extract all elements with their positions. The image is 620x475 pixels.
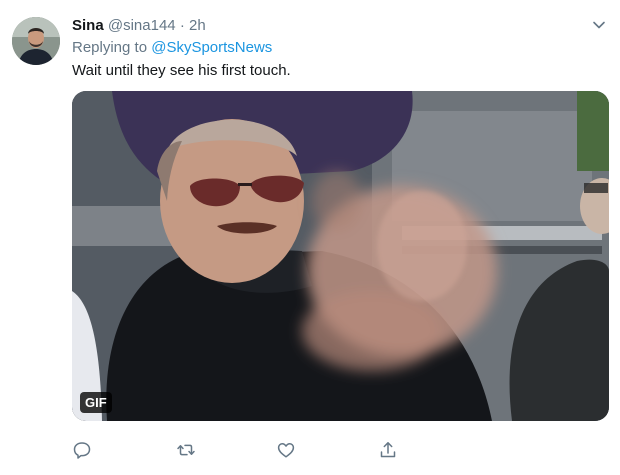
gif-frame xyxy=(72,91,609,421)
user-handle[interactable]: @sina144 xyxy=(108,17,176,34)
heart-icon[interactable] xyxy=(276,440,296,460)
separator-dot: · xyxy=(179,17,185,34)
tweet-header: Sina @sina144 · 2h xyxy=(72,16,206,36)
gif-media[interactable]: GIF xyxy=(72,91,609,421)
gif-badge: GIF xyxy=(80,392,112,413)
display-name[interactable]: Sina xyxy=(72,17,104,34)
replying-to: Replying to @SkySportsNews xyxy=(72,38,272,58)
reply-icon[interactable] xyxy=(72,440,92,460)
replying-to-label: Replying to xyxy=(72,39,148,56)
tweet: Sina @sina144 · 2h Replying to @SkySport… xyxy=(0,0,620,475)
tweet-actions xyxy=(72,440,472,460)
retweet-icon[interactable] xyxy=(176,440,196,460)
avatar[interactable] xyxy=(12,17,60,65)
share-icon[interactable] xyxy=(378,440,398,460)
timestamp[interactable]: 2h xyxy=(189,17,206,34)
mention-link[interactable]: @SkySportsNews xyxy=(151,39,272,56)
chevron-down-icon[interactable] xyxy=(591,17,607,33)
tweet-text: Wait until they see his first touch. xyxy=(72,62,291,79)
